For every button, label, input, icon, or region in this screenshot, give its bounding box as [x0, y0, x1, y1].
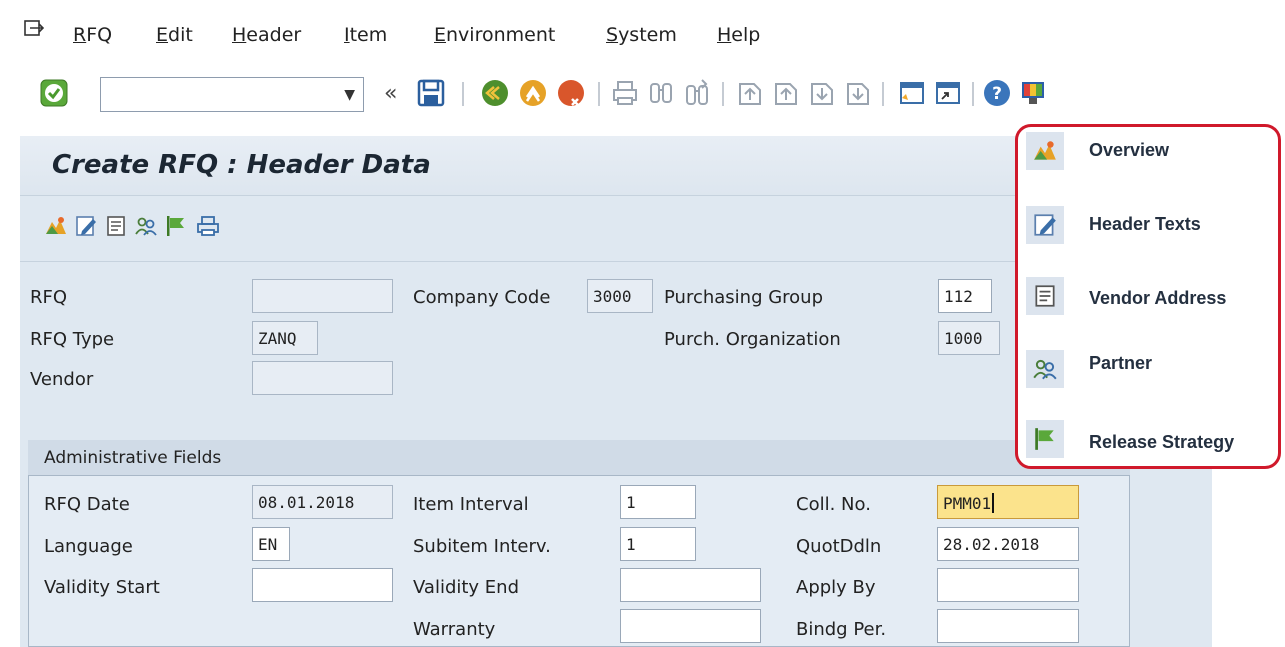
rfq-type-label: RFQ Type — [30, 329, 115, 350]
new-session-icon[interactable] — [896, 78, 926, 108]
command-field[interactable]: ▼ — [100, 77, 364, 112]
save-icon[interactable] — [416, 78, 446, 108]
coll-no-value: PMM01 — [943, 494, 992, 513]
cancel-icon[interactable] — [556, 78, 586, 108]
rfq-date-field[interactable]: 08.01.2018 — [252, 485, 393, 519]
print-preview-icon[interactable] — [196, 214, 220, 238]
popup-item-partner[interactable]: Partner — [1089, 353, 1152, 374]
apply-by-label: Apply By — [796, 577, 876, 598]
find-icon[interactable] — [646, 78, 676, 108]
toolbar-separator — [972, 82, 974, 106]
exit-icon[interactable] — [518, 78, 548, 108]
rfq-label: RFQ — [30, 287, 68, 308]
vendor-field[interactable] — [252, 361, 393, 395]
enter-icon[interactable] — [40, 79, 68, 107]
rfq-field[interactable] — [252, 279, 393, 313]
toolbar-separator — [462, 82, 464, 106]
coll-no-label: Coll. No. — [796, 494, 871, 515]
toolbar-separator — [882, 82, 884, 106]
page-title: Create RFQ : Header Data — [52, 150, 431, 180]
overview-icon[interactable] — [44, 214, 68, 238]
menu-exit-icon[interactable] — [24, 20, 44, 38]
item-interval-label: Item Interval — [413, 494, 529, 515]
group-title: Administrative Fields — [44, 448, 222, 468]
subitem-interval-field[interactable]: 1 — [620, 527, 696, 561]
quot-ddln-field[interactable]: 28.02.2018 — [937, 527, 1079, 561]
menu-help[interactable]: Help — [717, 24, 760, 46]
menu-system[interactable]: System — [606, 24, 677, 46]
item-interval-field[interactable]: 1 — [620, 485, 696, 519]
menu-edit[interactable]: Edit — [156, 24, 193, 46]
partner-icon[interactable] — [1032, 356, 1058, 382]
rfq-date-label: RFQ Date — [44, 494, 130, 515]
vendor-label: Vendor — [30, 369, 94, 390]
validity-start-field[interactable] — [252, 568, 393, 602]
help-icon[interactable]: ? — [982, 78, 1012, 108]
next-page-icon[interactable] — [806, 78, 836, 108]
popup-item-release-strategy[interactable]: Release Strategy — [1089, 432, 1234, 453]
menu-rfq[interactable]: RFQ — [73, 24, 112, 46]
collapse-icon[interactable]: « — [384, 81, 397, 106]
previous-page-icon[interactable] — [770, 78, 800, 108]
back-icon[interactable] — [480, 78, 510, 108]
last-page-icon[interactable] — [842, 78, 872, 108]
toolbar-separator — [598, 82, 600, 106]
find-next-icon[interactable] — [682, 78, 712, 108]
bindg-per-label: Bindg Per. — [796, 619, 887, 640]
menu-header[interactable]: Header — [232, 24, 301, 46]
company-code-field[interactable]: 3000 — [587, 279, 653, 313]
purchasing-group-field[interactable]: 112 — [938, 279, 992, 313]
validity-end-field[interactable] — [620, 568, 761, 602]
header-texts-icon[interactable] — [74, 214, 98, 238]
release-strategy-icon[interactable] — [1032, 426, 1058, 452]
purchasing-group-label: Purchasing Group — [664, 287, 824, 308]
language-label: Language — [44, 536, 133, 557]
toolbar-separator — [722, 82, 724, 106]
vendor-address-icon[interactable] — [104, 214, 128, 238]
language-field[interactable]: EN — [252, 527, 290, 561]
first-page-icon[interactable] — [734, 78, 764, 108]
purch-org-label: Purch. Organization — [664, 329, 841, 350]
validity-start-label: Validity Start — [44, 577, 160, 598]
apply-by-field[interactable] — [937, 568, 1079, 602]
popup-item-overview[interactable]: Overview — [1089, 140, 1169, 161]
popup-item-header-texts[interactable]: Header Texts — [1089, 214, 1201, 235]
purch-org-field[interactable]: 1000 — [938, 321, 1000, 355]
vendor-address-icon[interactable] — [1032, 283, 1058, 309]
print-icon[interactable] — [610, 78, 640, 108]
partner-icon[interactable] — [134, 214, 158, 238]
menu-item[interactable]: Item — [344, 24, 387, 46]
quot-ddln-label: QuotDdln — [796, 536, 882, 557]
company-code-label: Company Code — [413, 287, 551, 308]
overview-icon[interactable] — [1032, 138, 1058, 164]
warranty-field[interactable] — [620, 609, 761, 643]
warranty-label: Warranty — [413, 619, 496, 640]
text-cursor — [992, 493, 995, 513]
shortcut-icon[interactable] — [932, 78, 962, 108]
chevron-down-icon[interactable]: ▼ — [344, 87, 355, 103]
popup-item-vendor-address[interactable]: Vendor Address — [1089, 288, 1226, 309]
subitem-interval-label: Subitem Interv. — [413, 536, 551, 557]
rfq-type-field[interactable]: ZANQ — [252, 321, 318, 355]
validity-end-label: Validity End — [413, 577, 520, 598]
svg-text:?: ? — [992, 84, 1002, 104]
coll-no-field[interactable]: PMM01 — [937, 485, 1079, 519]
customize-layout-icon[interactable] — [1018, 78, 1048, 108]
release-strategy-icon[interactable] — [164, 214, 188, 238]
menu-environment[interactable]: Environment — [434, 24, 555, 46]
header-texts-icon[interactable] — [1032, 212, 1058, 238]
bindg-per-field[interactable] — [937, 609, 1079, 643]
